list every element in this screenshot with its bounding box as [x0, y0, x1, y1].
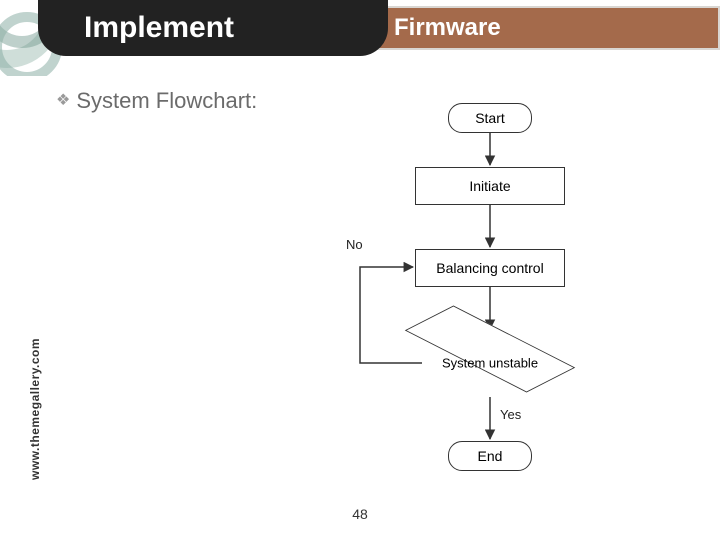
flowchart-node-balance-label: Balancing control	[436, 260, 543, 276]
flowchart-node-end-label: End	[478, 448, 503, 464]
flowchart-node-start: Start	[448, 103, 532, 133]
flowchart-node-decision-label: System unstable	[442, 356, 538, 371]
title-left-text: Implement	[84, 11, 234, 45]
slide: Implement Firmware ❖ System Flowchart:	[0, 0, 720, 540]
flowchart-edge-label-no: No	[346, 237, 363, 252]
flowchart-node-initiate: Initiate	[415, 167, 565, 205]
flowchart-node-start-label: Start	[475, 110, 505, 126]
bullet-text: System Flowchart:	[76, 88, 257, 114]
bullet-row: ❖ System Flowchart:	[56, 88, 257, 114]
flowchart-edge-label-yes: Yes	[500, 407, 521, 422]
flowchart-node-balance: Balancing control	[415, 249, 565, 287]
title-right-pill: Firmware	[358, 6, 720, 50]
footer-url: www.themegallery.com	[28, 338, 42, 480]
page-number: 48	[0, 506, 720, 522]
flowchart-node-initiate-label: Initiate	[469, 178, 510, 194]
title-right-text: Firmware	[394, 14, 501, 42]
title-left-pill: Implement	[38, 0, 388, 56]
flowchart: Start Initiate Balancing control System …	[310, 95, 670, 515]
flowchart-node-end: End	[448, 441, 532, 471]
flowchart-node-decision: System unstable	[420, 323, 560, 403]
diamond-bullet-icon: ❖	[56, 93, 70, 109]
title-bar: Implement Firmware	[38, 0, 720, 62]
